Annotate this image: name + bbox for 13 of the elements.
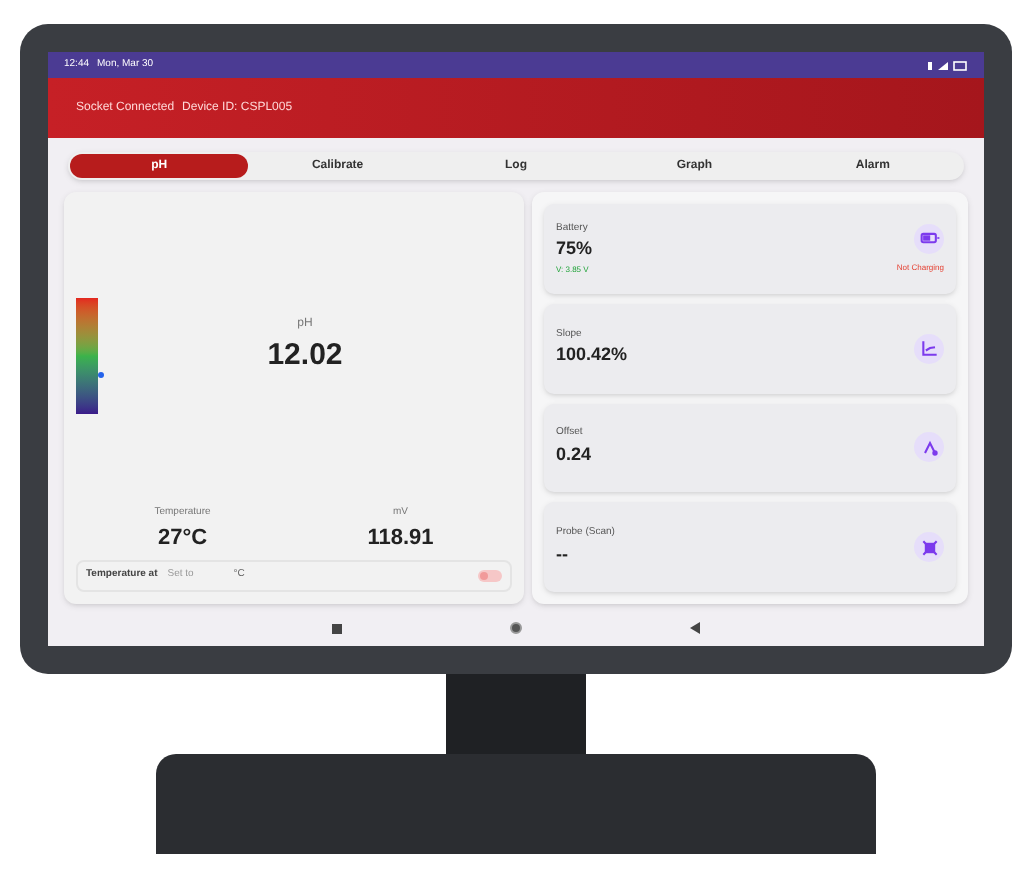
recents-icon[interactable] [332,623,342,633]
toggle-icon[interactable] [478,570,502,582]
stat-value: 0.24 [556,441,594,468]
ph-value: 12.02 [267,335,343,376]
metric-value: 118.91 [367,523,434,553]
stand-neck [446,674,586,754]
home-icon[interactable] [510,622,522,634]
metric-value: 27°C [157,523,208,553]
stat-value: -- [556,541,570,568]
back-icon[interactable] [690,622,700,634]
stat-value: 75% [556,236,595,263]
stat-value: 100.42% [556,342,630,369]
status-icons [928,59,968,71]
